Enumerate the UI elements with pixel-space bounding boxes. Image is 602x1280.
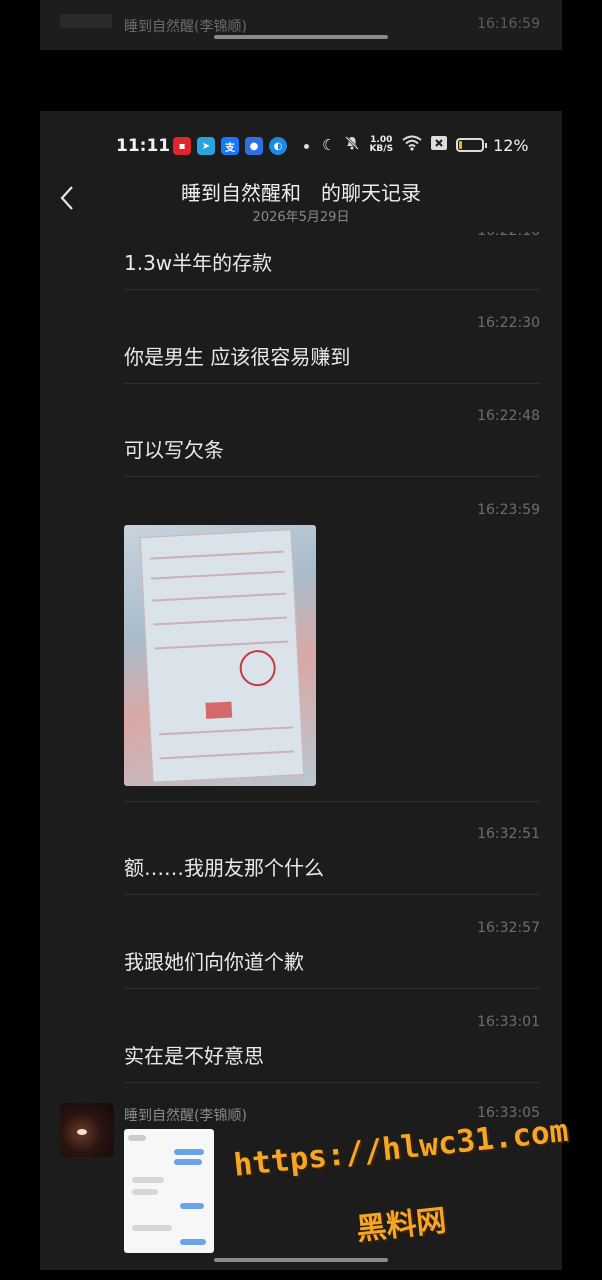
- divider: [124, 801, 540, 802]
- baidu-icon: ●: [245, 137, 263, 155]
- battery-icon: [456, 138, 488, 152]
- message-item[interactable]: 16:22:30 你是男生 应该很容易赚到: [124, 315, 540, 385]
- divider: [124, 1082, 540, 1083]
- message-item[interactable]: 16:22:48 可以写欠条: [124, 408, 540, 478]
- battery-percent: 12%: [493, 135, 529, 155]
- moon-icon: ☾: [322, 136, 336, 154]
- message-time: 16:33:01: [477, 1014, 540, 1030]
- message-text: 1.3w半年的存款: [124, 251, 273, 275]
- speed-unit: KB/S: [369, 144, 394, 154]
- avatar[interactable]: [60, 1103, 114, 1157]
- message-item[interactable]: 16:32:57 我跟她们向你道个歉: [124, 920, 540, 990]
- message-text: 额……我朋友那个什么: [124, 856, 324, 880]
- chat-screenshot-image[interactable]: [124, 1129, 214, 1253]
- divider: [124, 476, 540, 477]
- message-time: 16:32:51: [477, 826, 540, 842]
- status-time: 11:11: [116, 136, 171, 156]
- page-title: 睡到自然醒和 的聊天记录: [181, 181, 421, 205]
- message-time: 16:22:48: [477, 408, 540, 424]
- blue-app-icon: ◐: [269, 137, 287, 155]
- prev-timestamp: 16:16:59: [477, 16, 540, 32]
- divider: [124, 988, 540, 989]
- prev-sender-name: 睡到自然醒(李锦顺): [124, 19, 247, 35]
- divider: [124, 289, 540, 290]
- home-indicator: [214, 1258, 388, 1262]
- receipt-photo[interactable]: [124, 525, 316, 786]
- network-speed: 1.00 KB/S: [369, 136, 393, 154]
- message-time: 16:22:30: [477, 315, 540, 331]
- divider: [124, 383, 540, 384]
- message-text: 我跟她们向你道个歉: [124, 950, 304, 974]
- watermark-text: 黑料网: [354, 1203, 448, 1248]
- home-indicator: [214, 35, 388, 39]
- battery-fill: [459, 141, 463, 149]
- sim-x-icon: [431, 136, 448, 154]
- message-text: 实在是不好意思: [124, 1044, 264, 1068]
- telegram-icon: ➤: [197, 137, 215, 155]
- chat-history-card: 11:11 ▪ ➤ 支 ● ◐ ☾ 1.00 KB/S 12% 睡到自然醒和 的…: [40, 111, 562, 1270]
- message-text: 你是男生 应该很容易赚到: [124, 345, 351, 369]
- system-icons: ☾ 1.00 KB/S 12%: [322, 135, 529, 155]
- red-app-icon: ▪: [173, 137, 191, 155]
- message-time: 16:32:57: [477, 920, 540, 936]
- message-time: 16:22:16: [477, 223, 540, 239]
- message-time: 16:23:59: [477, 502, 540, 518]
- watermark: https://hlwc31.com 黑料网: [232, 1113, 570, 1256]
- divider: [124, 894, 540, 895]
- red-seal: [205, 701, 233, 719]
- previous-chat-card: 睡到自然醒(李锦顺) 16:16:59: [40, 0, 562, 50]
- mute-icon: [344, 135, 360, 155]
- message-item[interactable]: 16:33:01 实在是不好意思: [124, 1014, 540, 1084]
- wifi-icon: [402, 135, 422, 155]
- receipt-document: [139, 529, 305, 783]
- status-bar: 11:11 ▪ ➤ 支 ● ◐ ☾ 1.00 KB/S 12%: [40, 111, 562, 181]
- notification-app-icons: ▪ ➤ 支 ● ◐: [173, 137, 287, 155]
- more-notifications-dot: [304, 144, 309, 149]
- red-stamp: [238, 649, 277, 688]
- sender-name: 睡到自然醒(李锦顺): [124, 1108, 247, 1124]
- message-item[interactable]: 16:32:51 额……我朋友那个什么: [124, 826, 540, 896]
- message-text: 可以写欠条: [124, 438, 224, 462]
- message-item[interactable]: 16:22:16 1.3w半年的存款: [124, 223, 540, 290]
- alipay-icon: 支: [221, 137, 239, 155]
- prev-avatar: [60, 14, 112, 28]
